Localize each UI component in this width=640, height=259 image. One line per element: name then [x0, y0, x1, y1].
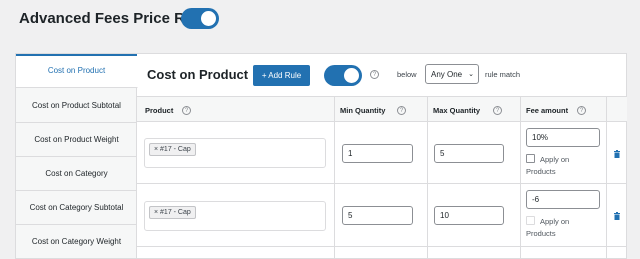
sidebar-item-cost-on-category-weight[interactable]: Cost on Category Weight: [16, 225, 137, 259]
col-max-quantity: Max Quantity: [433, 106, 481, 115]
master-toggle[interactable]: [181, 8, 219, 29]
sidebar-item-cost-on-product-subtotal[interactable]: Cost on Product Subtotal: [16, 89, 137, 123]
min-quantity-input[interactable]: 1: [342, 144, 413, 163]
product-tag[interactable]: × #17 - Cap: [149, 206, 196, 219]
col-product: Product: [145, 106, 174, 115]
max-quantity-input[interactable]: 10: [434, 206, 504, 225]
add-rule-button[interactable]: + Add Rule: [253, 65, 310, 86]
help-circle-icon[interactable]: ?: [577, 106, 586, 115]
table-row: × #17 - Cap 5 10 -6 Apply on Products: [137, 185, 627, 247]
rule-match-value: Any One: [431, 69, 463, 79]
toggle-knob: [201, 11, 216, 26]
apply-on-label: Apply on: [540, 217, 570, 226]
rules-card: Cost on Product Cost on Product Subtotal…: [15, 53, 627, 259]
min-quantity-input[interactable]: 5: [342, 206, 413, 225]
section-title: Cost on Product: [147, 67, 249, 82]
sidebar-item-cost-on-category-subtotal[interactable]: Cost on Category Subtotal: [16, 191, 137, 225]
sidebar-item-cost-on-product[interactable]: Cost on Product: [16, 54, 138, 88]
product-select[interactable]: × #17 - Cap: [144, 138, 326, 168]
help-circle-icon[interactable]: ?: [370, 70, 379, 79]
col-fee-amount: Fee amount: [526, 106, 569, 115]
apply-on-label: Products: [526, 167, 556, 176]
apply-on-label: Products: [526, 229, 556, 238]
table-row: × #17 - Cap 1 5 10% Apply on Products: [137, 122, 627, 184]
trash-icon[interactable]: [613, 212, 621, 220]
top-bar: Advanced Fees Price Rules: [0, 0, 640, 38]
help-circle-icon[interactable]: ?: [182, 106, 191, 115]
section-toggle[interactable]: [324, 65, 362, 86]
sidebar-item-cost-on-category[interactable]: Cost on Category: [16, 157, 137, 191]
toggle-knob: [344, 68, 359, 83]
product-select[interactable]: × #17 - Cap: [144, 201, 326, 231]
product-tag[interactable]: × #17 - Cap: [149, 143, 196, 156]
table-header: Product ? Min Quantity ? Max Quantity ? …: [137, 96, 627, 122]
col-min-quantity: Min Quantity: [340, 106, 386, 115]
below-label: below: [397, 70, 417, 79]
sidebar: Cost on Product Cost on Product Subtotal…: [16, 54, 138, 259]
help-circle-icon[interactable]: ?: [397, 106, 406, 115]
chevron-down-icon: ⌄: [468, 71, 474, 78]
fee-amount-input[interactable]: -6: [526, 190, 600, 209]
max-quantity-input[interactable]: 5: [434, 144, 504, 163]
apply-on-label: Apply on: [540, 155, 570, 164]
apply-on-products-checkbox[interactable]: [526, 154, 535, 163]
sidebar-item-cost-on-product-weight[interactable]: Cost on Product Weight: [16, 123, 137, 157]
rule-match-select[interactable]: Any One ⌄: [425, 64, 479, 84]
help-circle-icon[interactable]: ?: [493, 106, 502, 115]
apply-on-products-checkbox[interactable]: [526, 216, 535, 225]
rule-match-label: rule match: [485, 70, 521, 79]
trash-icon[interactable]: [613, 150, 621, 158]
main-panel: Cost on Product + Add Rule ? below Any O…: [137, 54, 627, 259]
fee-amount-input[interactable]: 10%: [526, 128, 600, 147]
